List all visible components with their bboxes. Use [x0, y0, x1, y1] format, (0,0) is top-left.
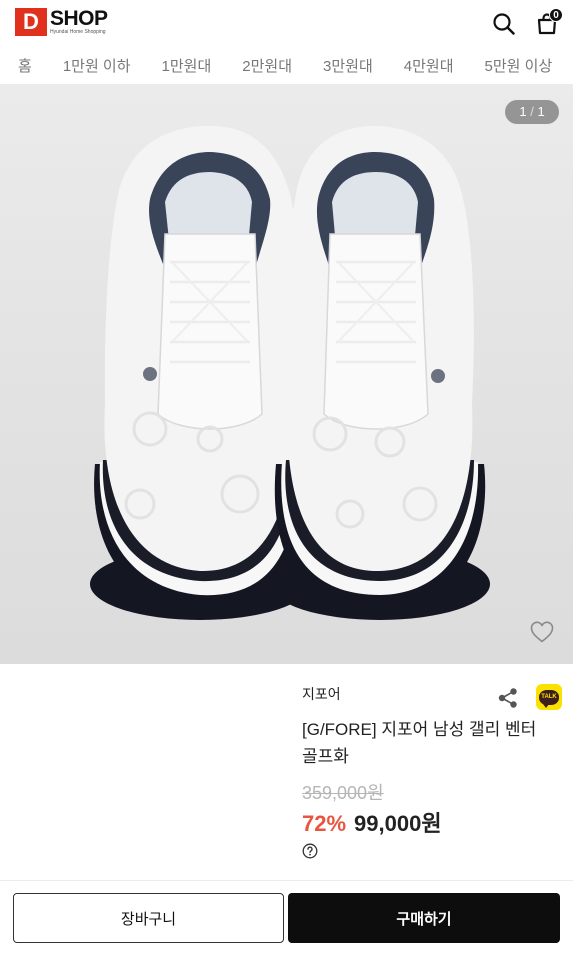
sale-price: 99,000원 — [354, 811, 442, 836]
search-button[interactable] — [490, 10, 518, 38]
product-photo-golf-shoes — [90, 125, 490, 620]
category-tab-30k[interactable]: 3만원대 — [323, 55, 373, 76]
cart-count-badge: 0 — [549, 8, 563, 22]
kakao-talk-button[interactable]: TALK — [536, 684, 562, 710]
wishlist-button[interactable] — [529, 620, 555, 644]
category-tab-over-50k[interactable]: 5만원 이상 — [485, 55, 553, 76]
add-to-cart-button[interactable]: 장바구니 — [13, 893, 284, 943]
product-image-gallery[interactable]: 1 / 1 — [0, 84, 573, 664]
share-icon — [498, 688, 517, 708]
category-tab-40k[interactable]: 4만원대 — [404, 55, 454, 76]
category-tab-home[interactable]: 홈 — [18, 55, 32, 76]
share-button[interactable] — [497, 687, 519, 709]
left-shoe — [90, 125, 310, 620]
heart-outline-icon — [530, 621, 554, 643]
price-help-button[interactable] — [302, 843, 318, 859]
logo-word: SHOP — [50, 7, 108, 30]
logo-subtitle: Hyundai Home Shopping — [50, 29, 106, 35]
buy-now-button[interactable]: 구매하기 — [288, 893, 560, 943]
price-row: 72% 99,000원 — [302, 806, 442, 838]
right-shoe — [270, 126, 490, 620]
discount-rate: 72% — [302, 811, 347, 836]
image-counter: 1 / 1 — [505, 100, 559, 124]
bottom-action-bar: 장바구니 구매하기 — [0, 880, 573, 960]
original-price: 359,000원 — [302, 783, 384, 803]
logo-mark: D — [15, 8, 47, 36]
category-nav: 홈 1만원 이하 1만원대 2만원대 3만원대 4만원대 5만원 이상 — [0, 46, 573, 84]
question-circle-icon — [302, 843, 318, 859]
search-icon — [493, 13, 515, 35]
category-tab-under-10k[interactable]: 1만원 이하 — [63, 55, 131, 76]
product-title: [G/FORE] 지포어 남성 갤리 벤터 골프화 — [302, 720, 537, 766]
kakao-talk-icon: TALK — [539, 689, 559, 708]
category-tab-10k[interactable]: 1만원대 — [162, 55, 212, 76]
header: D SHOP Hyundai Home Shopping 0 — [0, 0, 573, 46]
cart-button[interactable]: 0 — [533, 8, 563, 38]
dshop-logo[interactable]: D SHOP Hyundai Home Shopping — [15, 8, 108, 36]
brand-name[interactable]: 지포어 — [302, 684, 341, 704]
category-tab-20k[interactable]: 2만원대 — [242, 55, 292, 76]
